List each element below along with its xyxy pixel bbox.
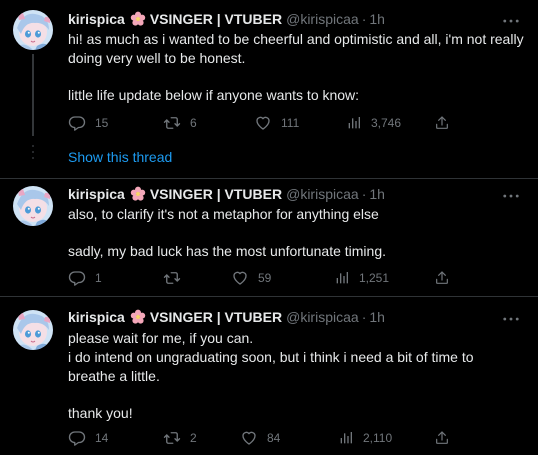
thread-line: [32, 54, 34, 136]
retweet-button[interactable]: 6: [163, 113, 197, 133]
like-button[interactable]: 84: [240, 428, 280, 448]
avatar[interactable]: [13, 186, 53, 226]
view-count: 1,251: [359, 271, 390, 285]
heart-icon: [231, 269, 249, 287]
like-count: 111: [281, 116, 300, 130]
display-name[interactable]: kirispica: [68, 11, 125, 27]
display-name[interactable]: kirispica: [68, 309, 125, 325]
tweet-paragraph: thank you!: [68, 405, 133, 421]
name-badge[interactable]: VSINGER | VTUBER: [150, 309, 282, 325]
views-icon: [338, 430, 354, 446]
flower-icon: [130, 309, 146, 325]
retweet-icon: [163, 269, 181, 287]
heart-icon: [240, 429, 258, 447]
retweet-icon: [163, 114, 181, 132]
retweet-icon: [163, 429, 181, 447]
tweet-header: kirispica VSINGER | VTUBER @kirispicaa ·…: [68, 184, 385, 204]
thread-dots: [32, 145, 34, 165]
view-count: 2,110: [363, 431, 393, 445]
share-icon: [434, 270, 450, 286]
separator-dot: ·: [361, 309, 367, 325]
retweet-button[interactable]: [163, 268, 190, 288]
retweet-button[interactable]: 2: [163, 428, 197, 448]
tweet-header: kirispica VSINGER | VTUBER @kirispicaa ·…: [68, 307, 385, 327]
tweet[interactable]: kirispica VSINGER | VTUBER @kirispicaa ·…: [0, 179, 538, 296]
share-icon: [434, 115, 450, 131]
heart-icon: [254, 114, 272, 132]
action-bar: 15 6 111 3,746: [68, 113, 524, 133]
views-icon: [346, 115, 362, 131]
tweet-paragraph: please wait for me, if you can. i do int…: [68, 330, 474, 384]
share-button[interactable]: [434, 113, 450, 133]
more-icon[interactable]: [502, 311, 520, 327]
tweet-text: hi! as much as i wanted to be cheerful a…: [68, 30, 524, 105]
like-button[interactable]: 111: [254, 113, 299, 133]
tweet-paragraph: also, to clarify it's not a metaphor for…: [68, 206, 379, 222]
flower-icon: [130, 11, 146, 27]
tweet[interactable]: kirispica VSINGER | VTUBER @kirispicaa ·…: [0, 297, 538, 455]
more-icon[interactable]: [502, 188, 520, 204]
views-button[interactable]: 3,746: [346, 113, 401, 133]
views-button[interactable]: 1,251: [334, 268, 389, 288]
handle[interactable]: @kirispicaa: [286, 309, 359, 325]
reply-button[interactable]: 14: [68, 428, 108, 448]
like-count: 84: [267, 431, 281, 445]
handle[interactable]: @kirispicaa: [286, 11, 359, 27]
name-badge[interactable]: VSINGER | VTUBER: [150, 186, 282, 202]
like-button[interactable]: 59: [231, 268, 271, 288]
views-button[interactable]: 2,110: [338, 428, 392, 448]
timestamp[interactable]: 1h: [369, 11, 385, 27]
tweet-text: also, to clarify it's not a metaphor for…: [68, 205, 524, 261]
timestamp[interactable]: 1h: [369, 309, 385, 325]
tweet-header: kirispica VSINGER | VTUBER @kirispicaa ·…: [68, 9, 385, 29]
tweet[interactable]: kirispica VSINGER | VTUBER @kirispicaa ·…: [0, 0, 538, 180]
views-icon: [334, 270, 350, 286]
reply-button[interactable]: 15: [68, 113, 108, 133]
like-count: 59: [258, 271, 272, 285]
handle[interactable]: @kirispicaa: [286, 186, 359, 202]
reply-count: 1: [95, 271, 102, 285]
reply-count: 14: [95, 431, 109, 445]
reply-icon: [68, 114, 86, 132]
action-bar: 14 2 84 2,110: [68, 428, 524, 448]
flower-icon: [130, 186, 146, 202]
separator-dot: ·: [361, 186, 367, 202]
display-name[interactable]: kirispica: [68, 186, 125, 202]
tweet-paragraph: sadly, my bad luck has the most unfortun…: [68, 243, 387, 259]
reply-count: 15: [95, 116, 109, 130]
share-button[interactable]: [434, 268, 450, 288]
view-count: 3,746: [371, 116, 402, 130]
timestamp[interactable]: 1h: [369, 186, 385, 202]
more-icon[interactable]: [502, 13, 520, 29]
avatar[interactable]: [13, 310, 53, 350]
tweet-paragraph: little life update below if anyone wants…: [68, 87, 360, 103]
tweet-text: please wait for me, if you can. i do int…: [68, 329, 524, 423]
reply-icon: [68, 269, 86, 287]
share-icon: [434, 430, 450, 446]
tweet-paragraph: hi! as much as i wanted to be cheerful a…: [68, 31, 528, 66]
action-bar: 1 59 1,251: [68, 268, 524, 288]
name-badge[interactable]: VSINGER | VTUBER: [150, 11, 282, 27]
share-button[interactable]: [434, 428, 450, 448]
retweet-count: 2: [190, 431, 197, 445]
separator-dot: ·: [361, 11, 367, 27]
avatar[interactable]: [13, 10, 53, 50]
reply-button[interactable]: 1: [68, 268, 102, 288]
retweet-count: 6: [190, 116, 197, 130]
show-thread-link[interactable]: Show this thread: [68, 149, 172, 165]
reply-icon: [68, 429, 86, 447]
